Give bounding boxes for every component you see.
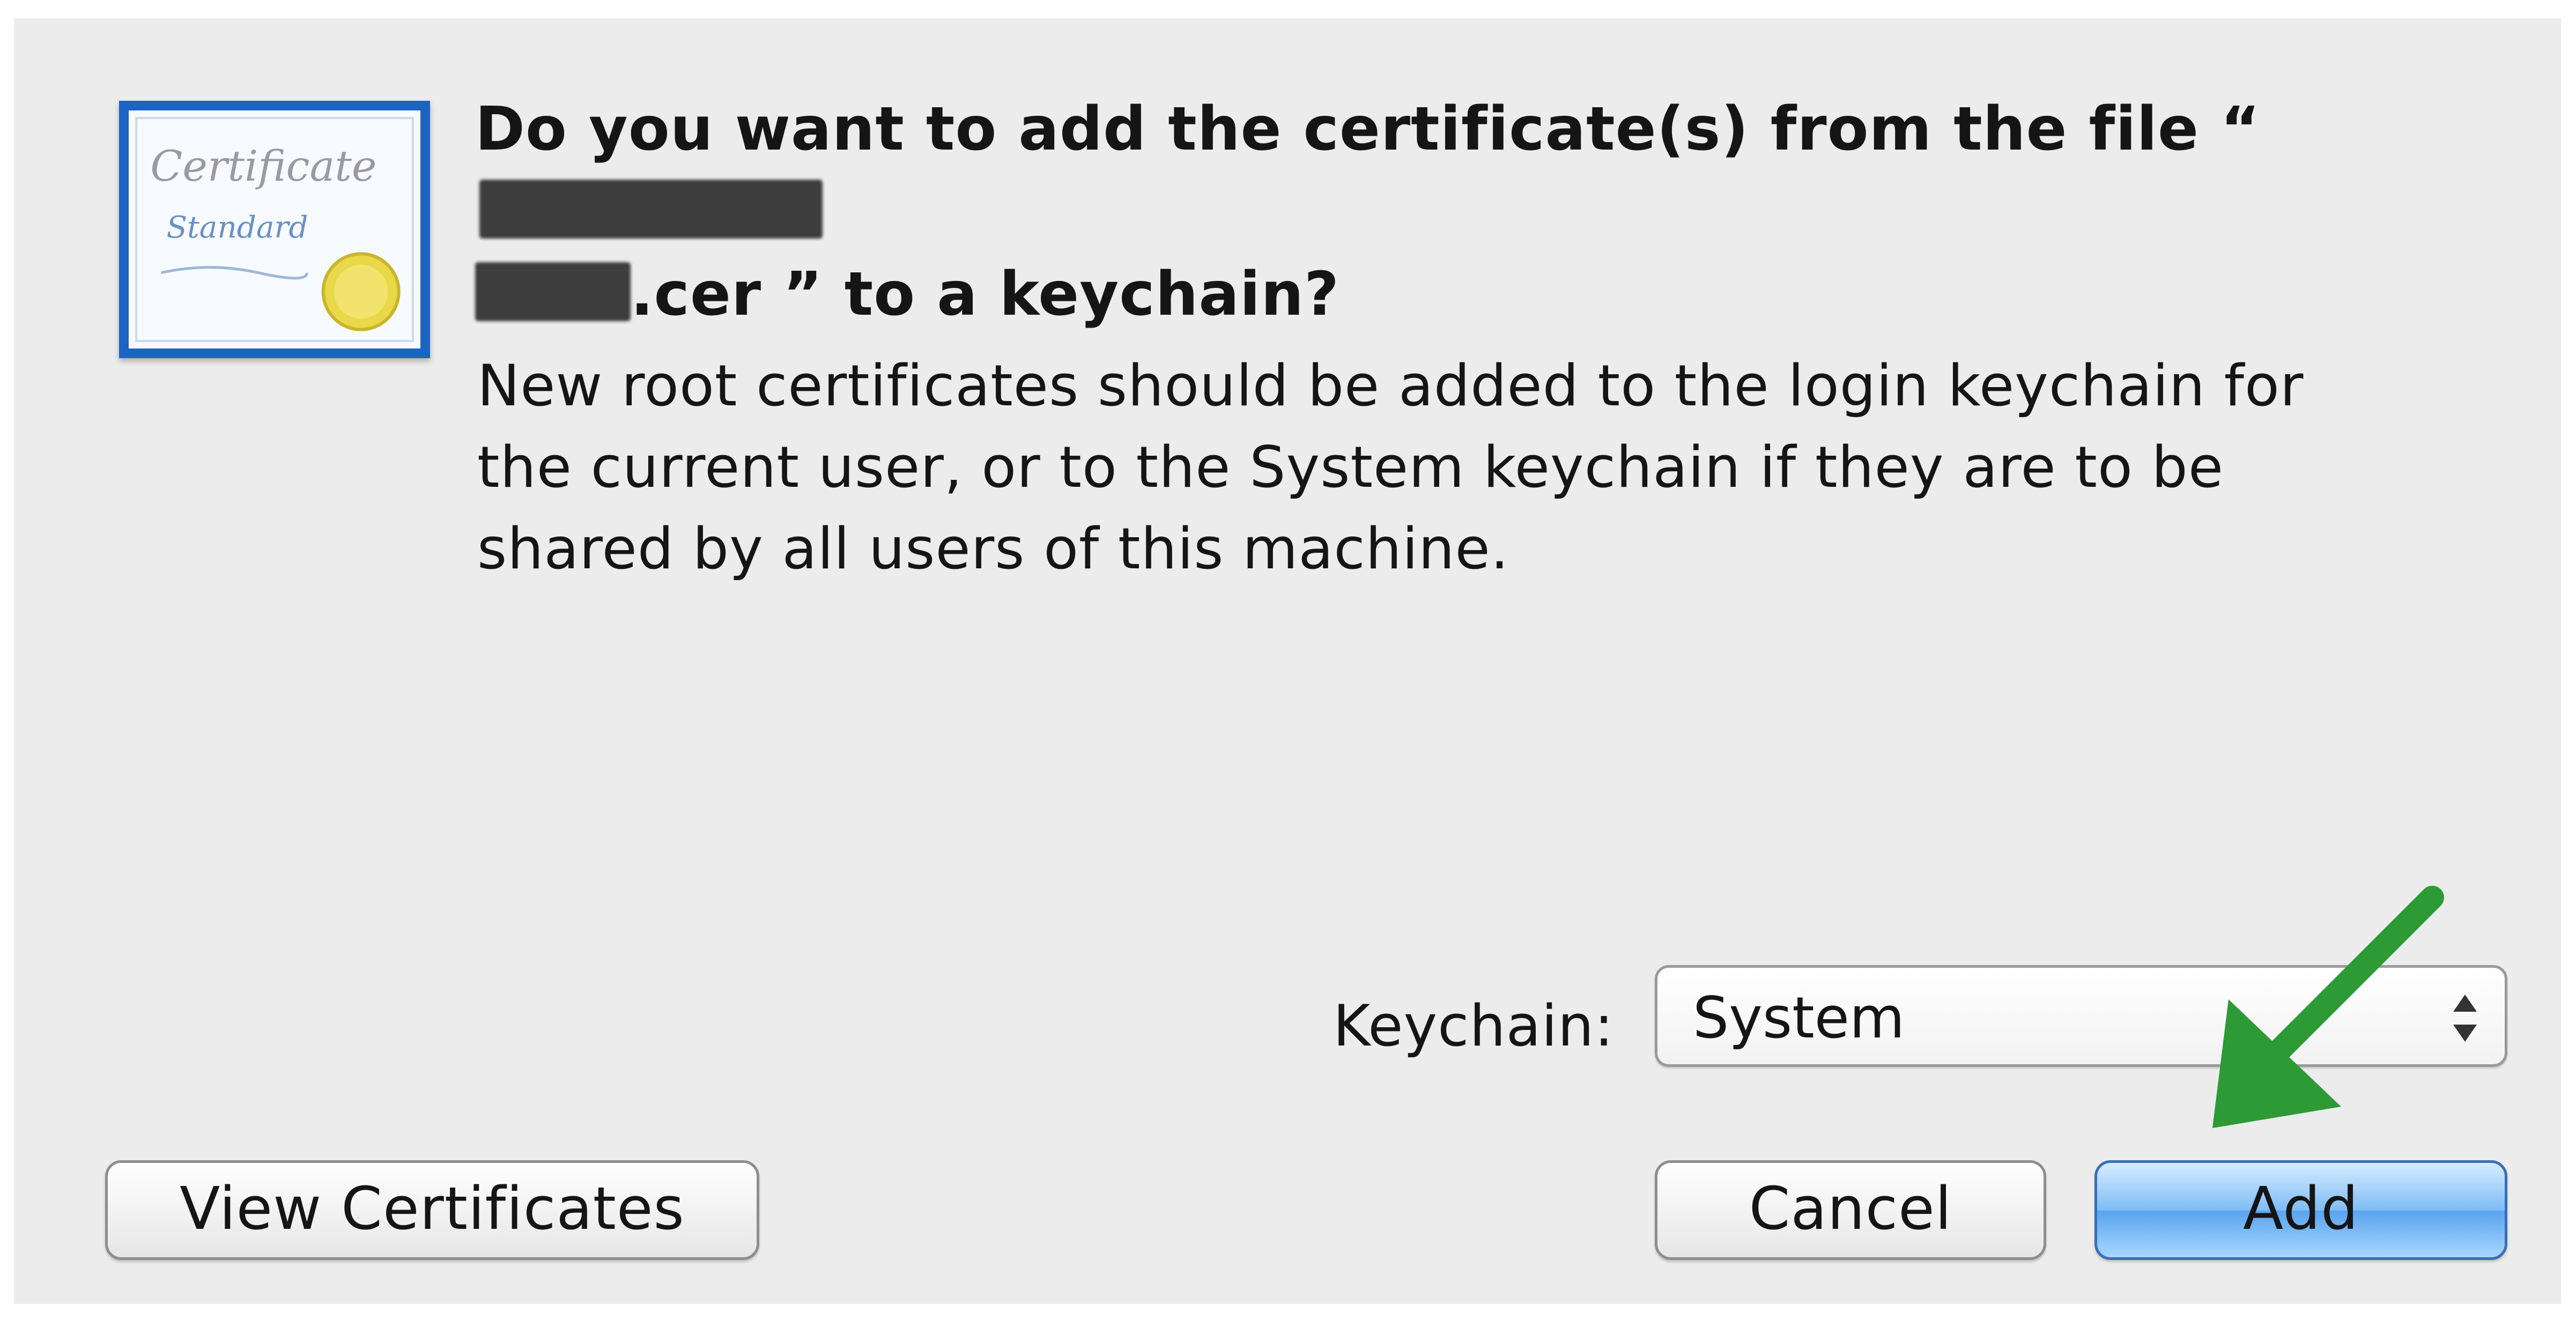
- dialog-title: Do you want to add the certificate(s) fr…: [475, 88, 2491, 336]
- updown-arrows-icon: [2453, 995, 2477, 1042]
- certificate-icon-subtitle: Standard: [167, 210, 308, 245]
- add-button[interactable]: Add: [2094, 1160, 2507, 1260]
- dialog-message: New root certificates should be added to…: [477, 353, 2304, 582]
- certificate-icon: Certificate Standard: [119, 101, 430, 358]
- keychain-selected-value: System: [1693, 985, 1905, 1051]
- dialog-title-part1: Do you want to add the certificate(s) fr…: [475, 94, 2261, 164]
- keychain-label: Keychain:: [1333, 993, 1614, 1059]
- certificate-icon-title: Certificate: [150, 142, 376, 191]
- add-certificate-dialog: Certificate Standard Do you want to add …: [14, 18, 2561, 1304]
- keychain-select[interactable]: System: [1655, 965, 2507, 1067]
- redacted-filename-block: [475, 262, 631, 321]
- view-certificates-button[interactable]: View Certificates: [105, 1160, 759, 1260]
- cancel-button[interactable]: Cancel: [1655, 1160, 2046, 1260]
- redacted-filename-block: [479, 180, 823, 239]
- dialog-title-part2: .cer ” to a keychain?: [631, 259, 1340, 329]
